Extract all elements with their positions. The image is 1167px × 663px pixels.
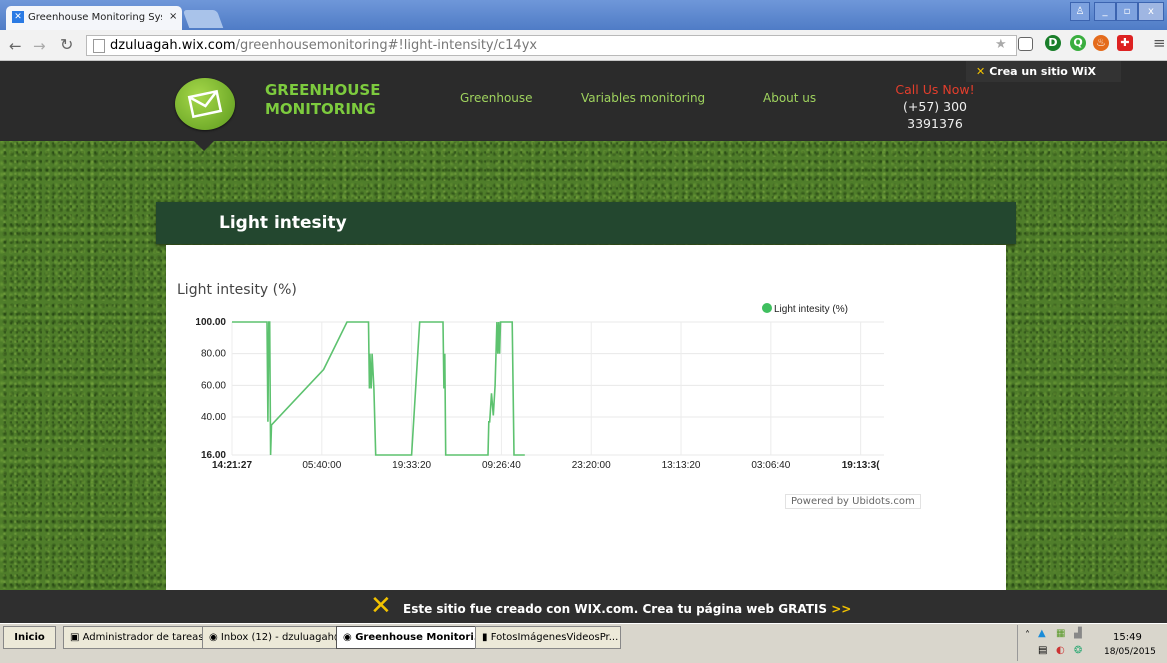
task-label: Administrador de tareas ... [82,632,207,643]
extension-q-icon[interactable]: Q [1070,35,1086,51]
bookmark-star-icon[interactable]: ★ [995,37,1007,52]
x-tick-label: 03:06:40 [751,460,790,471]
nav-greenhouse[interactable]: Greenhouse [460,91,533,105]
power-icon[interactable]: ▤ [1038,645,1047,656]
back-arrow-icon[interactable]: ← [9,37,22,55]
brand-line-1: GREENHOUSE [265,81,381,99]
address-bar[interactable]: dzuluagah.wix.com/greenhousemonitoring#!… [86,35,1017,56]
chart-card: Light intesity (%) 100.00 80.00 60.00 40.00… [166,245,1006,590]
wix-badge-label: Crea un sitio WiX [989,65,1097,78]
tab-title: Greenhouse Monitoring Syst [28,12,162,23]
call-us-label: Call Us Now! [895,82,975,97]
chrome-icon: ◉ [343,632,356,643]
new-tab-button[interactable] [182,10,224,28]
wix-footer-text: Este sitio fue creado con WIX.com. Crea … [403,602,828,616]
drive-icon[interactable]: ▲ [1038,628,1046,639]
x-tick-label: 09:26:40 [482,460,521,471]
call-us-block: Call Us Now! (+57) 300 3391376 [880,81,990,132]
site-brand[interactable]: GREENHOUSE MONITORING [265,81,415,119]
volume-icon[interactable]: ◐ [1056,645,1065,656]
task-item-inbox[interactable]: ◉ Inbox (12) - dzuluagah@... [202,626,340,649]
legend-label: Light intesity (%) [774,304,848,315]
window-close-button[interactable]: x [1138,2,1164,21]
tray-expand-icon[interactable]: ˄ [1025,630,1030,641]
y-tick-label: 60.00 [201,380,226,391]
monitor-icon: ▣ [70,632,83,643]
web-page: GREENHOUSE MONITORING Greenhouse Variabl… [0,61,1167,590]
folder-icon: ▮ [482,632,491,643]
x-tick-label: 23:20:00 [572,460,611,471]
section-title-bar: Light intesity [156,202,1016,244]
x-tick-label: 14:21:27 [212,460,252,471]
minimize-button[interactable]: _ [1094,2,1116,21]
clock-date[interactable]: 18/05/2015 [1104,647,1156,657]
wix-x-icon: ✕ [976,65,986,78]
x-tick-label: 05:40:00 [302,460,341,471]
network-icon[interactable]: ▦ [1056,628,1065,639]
envelope-logo-icon[interactable] [175,78,235,130]
task-label: Inbox (12) - dzuluagah@... [220,632,339,643]
wix-logo-icon: ✕ [370,591,392,621]
page-title: Light intesity [219,213,347,233]
light-intensity-series-line [232,321,525,456]
browser-toolbar: ← → ↻ dzuluagah.wix.com/greenhousemonito… [0,30,1167,61]
legend-marker [762,303,772,313]
y-tick-label: 100.00 [195,317,226,328]
nav-variables-monitoring[interactable]: Variables monitoring [581,91,705,105]
task-item-greenhouse[interactable]: ◉ Greenhouse Monitori... [336,626,480,649]
phone-line-2: 3391376 [907,116,963,131]
browser-tab-strip: ✕ Greenhouse Monitoring Syst × ♙ _ ▫ x [0,0,1167,30]
forward-arrow-icon[interactable]: → [33,37,46,55]
maximize-button[interactable]: ▫ [1116,2,1138,21]
y-tick-label: 80.00 [201,349,226,360]
x-tick-label: 19:33:20 [392,460,431,471]
task-item-folder[interactable]: ▮ FotosImágenesVideosPr... [475,626,621,649]
x-tick-label: 13:13:20 [662,460,701,471]
close-tab-icon[interactable]: × [169,11,177,22]
signal-icon[interactable]: ▟ [1074,628,1082,639]
url-domain: dzuluagah.wix.com [110,38,236,53]
menu-icon[interactable]: ≡ [1153,34,1166,52]
header-pointer [194,141,214,151]
extension-plus-icon[interactable]: ✚ [1117,35,1133,51]
url-path: /greenhousemonitoring#!light-intensity/c… [235,38,538,53]
task-label: FotosImágenesVideosPr... [490,632,619,643]
powered-by-link[interactable]: Powered by Ubidots.com [785,494,921,509]
wix-create-site-badge[interactable]: ✕ Crea un sitio WiX [966,61,1121,82]
profile-icon[interactable]: ♙ [1070,2,1090,21]
windows-taskbar: Inicio ▣ Administrador de tareas ... ◉ I… [0,623,1167,663]
reload-icon[interactable]: ↻ [60,35,73,54]
task-item-task-manager[interactable]: ▣ Administrador de tareas ... [63,626,207,649]
start-button[interactable]: Inicio [3,626,56,649]
extension-fire-icon[interactable]: ♨ [1093,35,1109,51]
task-label: Greenhouse Monitori... [355,632,480,643]
clock-time[interactable]: 15:49 [1113,632,1142,643]
brand-line-2: MONITORING [265,100,376,118]
line-chart[interactable]: 100.0080.0060.0040.0016.0014:21:27 05:40:… [166,245,1006,490]
start-label: Inicio [14,632,45,643]
x-tick-label: 19:13:3( [842,460,880,471]
chrome-icon: ◉ [209,632,221,643]
browser-tab[interactable]: ✕ Greenhouse Monitoring Syst × [6,6,182,30]
wix-footer-arrows: >> [831,602,852,616]
wix-favicon-icon: ✕ [12,11,24,23]
y-tick-label: 40.00 [201,412,226,423]
page-icon [93,39,105,53]
cast-icon[interactable] [1018,37,1033,51]
phone-line-1: (+57) 300 [903,99,967,114]
antivirus-icon[interactable]: ❂ [1074,645,1082,656]
extension-d-icon[interactable]: D [1045,35,1061,51]
wix-footer-banner[interactable]: ✕ Este sitio fue creado con WIX.com. Cre… [0,590,1167,623]
site-header: GREENHOUSE MONITORING Greenhouse Variabl… [0,61,1167,141]
nav-about-us[interactable]: About us [763,91,816,105]
